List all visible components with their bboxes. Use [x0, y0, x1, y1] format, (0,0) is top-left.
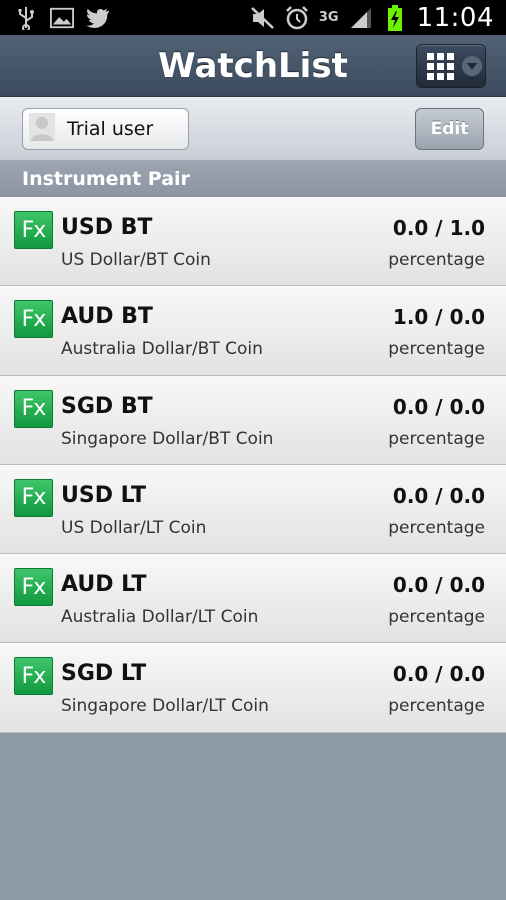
- instrument-description: US Dollar/LT Coin: [61, 517, 207, 538]
- instrument-description: Singapore Dollar/LT Coin: [61, 696, 269, 717]
- list-item[interactable]: Fx SGD LT Singapore Dollar/LT Coin 0.0 /…: [0, 643, 506, 733]
- instrument-symbol: USD BT: [61, 215, 153, 240]
- instrument-description: US Dollar/BT Coin: [61, 250, 211, 270]
- instrument-unit: percentage: [388, 517, 485, 538]
- instrument-value: 0.0 / 0.0: [392, 573, 485, 598]
- instrument-unit: percentage: [388, 696, 485, 717]
- list-item[interactable]: Fx USD LT US Dollar/LT Coin 0.0 / 0.0 pe…: [0, 464, 506, 555]
- fx-badge-icon: Fx: [14, 389, 53, 428]
- instrument-symbol: SGD BT: [61, 393, 153, 419]
- instrument-value: 0.0 / 0.0: [392, 483, 485, 508]
- status-bar-system: 3G 11:04: [250, 2, 494, 33]
- fx-badge-icon: Fx: [14, 300, 53, 339]
- list-item[interactable]: Fx AUD BT Australia Dollar/BT Coin 1.0 /…: [0, 286, 506, 376]
- instrument-value: 0.0 / 0.0: [392, 662, 485, 687]
- instrument-description: Australia Dollar/BT Coin: [61, 339, 263, 360]
- instrument-unit: percentage: [388, 250, 485, 270]
- battery-charging-icon: [383, 4, 407, 31]
- status-bar: 3G 11:04: [0, 0, 506, 35]
- instrument-unit: percentage: [388, 428, 485, 449]
- chevron-down-icon: [462, 56, 482, 76]
- fx-badge-icon: Fx: [14, 478, 53, 517]
- instrument-symbol: AUD BT: [61, 304, 153, 330]
- instrument-unit: percentage: [388, 607, 485, 628]
- fx-badge-icon: Fx: [14, 657, 53, 696]
- list-item[interactable]: Fx USD BT US Dollar/BT Coin 0.0 / 1.0 pe…: [0, 197, 506, 287]
- edit-button[interactable]: Edit: [415, 108, 484, 150]
- user-avatar-icon: [29, 112, 55, 146]
- image-icon: [50, 6, 74, 30]
- fx-badge-icon: Fx: [14, 568, 53, 607]
- user-label: Trial user: [67, 118, 154, 140]
- fx-badge-icon: Fx: [14, 211, 53, 249]
- twitter-icon: [86, 6, 110, 30]
- list-item[interactable]: Fx AUD LT Australia Dollar/LT Coin 0.0 /…: [0, 554, 506, 644]
- network-type-icon: 3G: [318, 10, 339, 25]
- instrument-description: Australia Dollar/LT Coin: [61, 607, 259, 628]
- section-header: Instrument Pair: [0, 161, 506, 197]
- instrument-unit: percentage: [388, 339, 485, 360]
- signal-icon: [349, 6, 373, 30]
- toolbar: Trial user Edit: [0, 97, 506, 161]
- instrument-symbol: USD LT: [61, 482, 147, 508]
- instrument-value: 0.0 / 0.0: [392, 394, 485, 419]
- instrument-value: 1.0 / 0.0: [392, 305, 485, 330]
- user-button[interactable]: Trial user: [22, 108, 189, 150]
- mute-icon: [250, 6, 275, 30]
- instrument-symbol: AUD LT: [61, 572, 147, 598]
- status-bar-notifications: [14, 6, 110, 30]
- usb-icon: [14, 6, 38, 30]
- grid-menu-icon: [427, 52, 454, 80]
- instrument-description: Singapore Dollar/BT Coin: [61, 428, 274, 449]
- title-bar: WatchList: [0, 35, 506, 97]
- alarm-icon: [285, 5, 309, 30]
- list-item[interactable]: Fx SGD BT Singapore Dollar/BT Coin 0.0 /…: [0, 375, 506, 465]
- instrument-symbol: SGD LT: [61, 661, 147, 687]
- grid-menu-button[interactable]: [416, 44, 486, 88]
- watchlist: Fx USD BT US Dollar/BT Coin 0.0 / 1.0 pe…: [0, 197, 506, 733]
- instrument-value: 0.0 / 1.0: [392, 216, 485, 240]
- clock: 11:04: [416, 2, 494, 33]
